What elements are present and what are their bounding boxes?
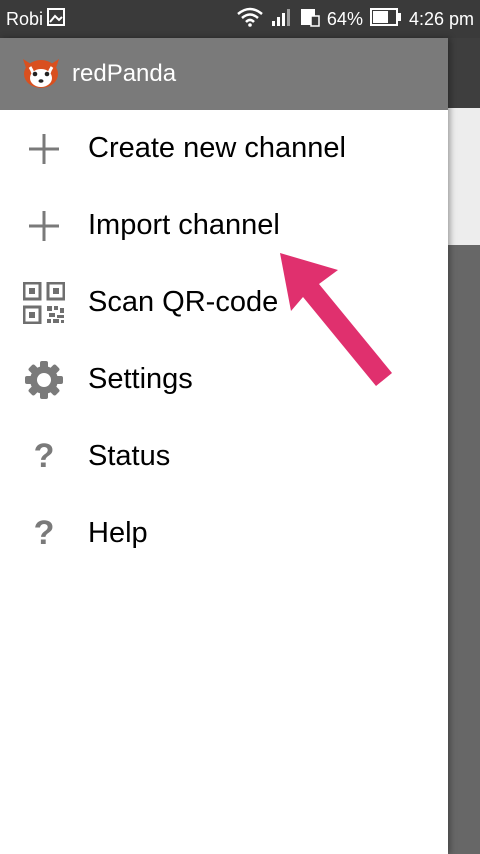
battery-percent: 64% (326, 8, 363, 29)
menu-item-label: Scan QR-code (88, 286, 279, 318)
carrier-label: Robi (6, 8, 44, 29)
question-icon: ? (33, 514, 55, 552)
menu-item-label: Import channel (88, 209, 280, 241)
plus-icon (22, 204, 66, 248)
clock: 4:26 pm (408, 8, 474, 29)
signal-icon (271, 7, 293, 32)
status-bar: Robi 64% 4:26 pm (0, 0, 480, 38)
menu-item-label: Create new channel (88, 132, 346, 164)
drawer-header: redPanda (0, 38, 448, 110)
image-notification-icon (47, 7, 66, 31)
qr-code-icon (22, 281, 66, 325)
menu-item-label: Settings (88, 363, 193, 395)
red-panda-logo-icon (20, 55, 62, 94)
drawer-menu: Create new channel Import channel Scan Q… (0, 110, 448, 572)
menu-item-import-channel[interactable]: Import channel (0, 187, 448, 264)
menu-item-create-new-channel[interactable]: Create new channel (0, 110, 448, 187)
navigation-drawer: redPanda Create new channel Import chann… (0, 38, 448, 854)
menu-item-status[interactable]: ? Status (0, 418, 448, 495)
menu-item-label: Status (88, 440, 171, 472)
wifi-icon (236, 7, 264, 32)
background-app-card (448, 108, 480, 245)
menu-item-scan-qr-code[interactable]: Scan QR-code (0, 264, 448, 341)
app-title: redPanda (72, 60, 177, 87)
menu-item-label: Help (88, 517, 148, 549)
background-app-toolbar (448, 38, 480, 108)
gear-icon (22, 358, 66, 402)
plus-icon (22, 127, 66, 171)
menu-item-settings[interactable]: Settings (0, 341, 448, 418)
menu-item-help[interactable]: ? Help (0, 495, 448, 572)
sim-icon (300, 7, 320, 32)
question-icon: ? (33, 437, 55, 475)
battery-icon (369, 7, 402, 31)
